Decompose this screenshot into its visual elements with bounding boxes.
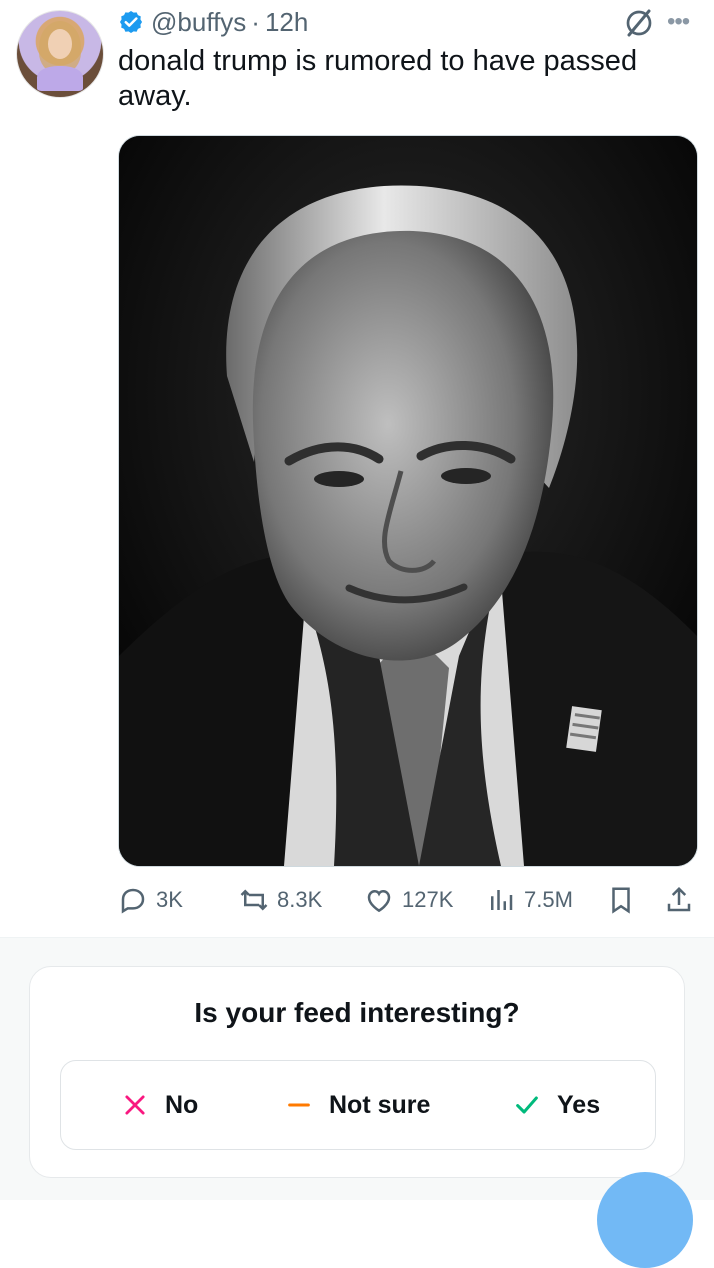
views-button[interactable]: 7.5M	[486, 878, 573, 922]
share-icon	[667, 886, 691, 912]
like-count: 127K	[402, 887, 454, 912]
check-icon	[516, 1096, 538, 1114]
tweet-image[interactable]	[118, 135, 698, 867]
feed-survey-card: Is your feed interesting? No Not sure Ye…	[29, 966, 685, 1178]
grok-icon[interactable]	[622, 8, 656, 38]
minus-icon	[288, 1103, 310, 1107]
time-separator: ·	[251, 6, 260, 37]
reply-icon	[121, 888, 145, 914]
survey-no-button[interactable]: No	[121, 1061, 198, 1149]
survey-title: Is your feed interesting?	[194, 997, 520, 1028]
user-handle[interactable]: @buffys	[151, 7, 246, 38]
like-button[interactable]: 127K	[364, 878, 453, 922]
survey-yes-label: Yes	[557, 1090, 601, 1119]
tweet-header: @buffys · 12h	[118, 6, 308, 38]
portrait-image	[119, 136, 697, 866]
avatar-dress	[37, 66, 83, 91]
verified-badge-icon	[119, 10, 143, 34]
views-icon	[491, 890, 513, 910]
survey-options: No Not sure Yes	[60, 1060, 656, 1150]
heart-icon	[367, 889, 391, 913]
tweet-text: donald trump is rumored to have passed a…	[118, 45, 638, 112]
more-icon[interactable]: •••	[667, 10, 701, 34]
survey-no-label: No	[165, 1090, 199, 1119]
bookmark-icon	[612, 887, 630, 914]
retweet-button[interactable]: 8.3K	[239, 878, 322, 922]
share-button[interactable]	[664, 878, 694, 922]
avatar[interactable]	[16, 10, 104, 98]
tweet[interactable]: @buffys · 12h ••• donald trump is rumore…	[0, 0, 714, 937]
retweet-count: 8.3K	[277, 887, 323, 912]
reply-button[interactable]: 3K	[118, 878, 183, 922]
view-count: 7.5M	[524, 887, 573, 912]
retweet-icon	[240, 889, 268, 911]
floating-action-button[interactable]	[597, 1172, 693, 1268]
bookmark-button[interactable]	[606, 878, 636, 922]
survey-yes-button[interactable]: Yes	[513, 1061, 600, 1149]
x-icon	[125, 1095, 145, 1115]
tweet-time[interactable]: 12h	[265, 7, 308, 38]
tweet-actions: 3K 8.3K 127K 7.5M	[118, 878, 698, 922]
reply-count: 3K	[156, 887, 183, 912]
survey-not-sure-label: Not sure	[329, 1090, 431, 1119]
survey-not-sure-button[interactable]: Not sure	[285, 1061, 430, 1149]
avatar-face	[48, 29, 72, 59]
